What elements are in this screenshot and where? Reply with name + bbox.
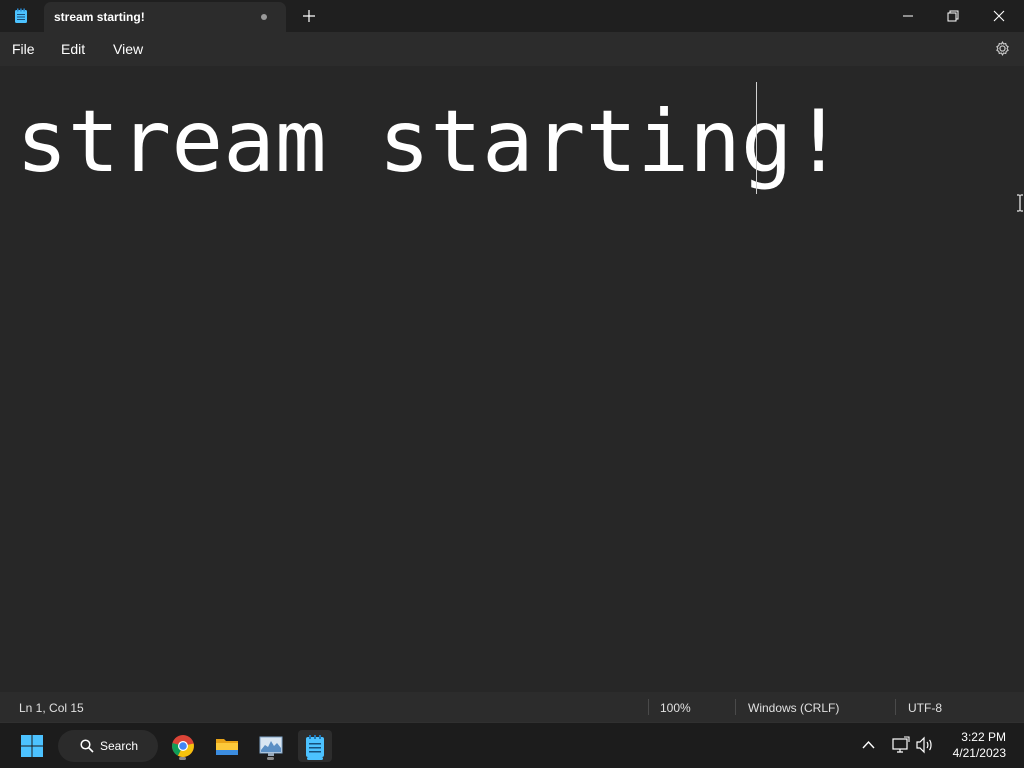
notepad-icon [15, 8, 27, 23]
running-indicator [179, 757, 186, 760]
search-label: Search [100, 739, 139, 753]
folder-icon [216, 739, 238, 755]
status-divider [648, 699, 649, 715]
minimize-icon [903, 15, 913, 17]
menu-edit[interactable]: Edit [61, 41, 85, 57]
status-bar: Ln 1, Col 15 100% Windows (CRLF) UTF-8 [0, 692, 1024, 722]
taskbar-chrome[interactable] [166, 730, 200, 762]
clock-time: 3:22 PM [961, 730, 1006, 744]
menu-bar: File Edit View [0, 32, 1024, 66]
text-editor[interactable]: stream starting! [0, 66, 1024, 692]
encoding: UTF-8 [908, 701, 942, 715]
taskbar: Search 3:22 PM 4/21/2023 [0, 722, 1024, 768]
taskbar-notepad[interactable] [298, 730, 332, 762]
status-divider [735, 699, 736, 715]
plus-icon[interactable] [302, 9, 316, 23]
taskbar-search[interactable]: Search [58, 730, 158, 762]
tab-title: stream starting! [54, 10, 145, 24]
close-icon [993, 10, 1005, 22]
chrome-icon [172, 735, 194, 757]
network-icon[interactable] [892, 736, 910, 754]
restore-icon [947, 10, 959, 22]
gear-icon[interactable] [994, 40, 1011, 57]
taskbar-resource-monitor[interactable] [254, 730, 288, 762]
taskbar-file-explorer[interactable] [210, 730, 244, 762]
search-icon [80, 739, 94, 753]
notepad-icon [306, 735, 324, 757]
chevron-up-icon[interactable] [862, 740, 875, 750]
menu-view[interactable]: View [113, 41, 143, 57]
resource-monitor-icon [259, 736, 283, 756]
restore-button[interactable] [930, 0, 976, 32]
volume-icon[interactable] [916, 736, 934, 754]
ibeam-cursor-icon [1017, 194, 1023, 212]
tab-document[interactable]: stream starting! [44, 2, 286, 32]
zoom-level: 100% [660, 701, 691, 715]
status-divider [895, 699, 896, 715]
windows-logo-icon [21, 735, 43, 757]
close-button[interactable] [976, 0, 1022, 32]
unsaved-indicator[interactable] [261, 14, 267, 20]
text-caret [756, 82, 757, 194]
start-button[interactable] [15, 730, 49, 762]
clock-date: 4/21/2023 [952, 746, 1006, 760]
menu-file[interactable]: File [12, 41, 35, 57]
minimize-button[interactable] [885, 0, 931, 32]
cursor-position: Ln 1, Col 15 [19, 701, 84, 715]
running-indicator [267, 757, 274, 760]
title-bar: stream starting! [0, 0, 1024, 32]
line-ending: Windows (CRLF) [748, 701, 840, 715]
active-indicator [307, 757, 323, 760]
system-clock[interactable]: 3:22 PM 4/21/2023 [953, 729, 1006, 761]
document-text[interactable]: stream starting! [16, 92, 844, 192]
